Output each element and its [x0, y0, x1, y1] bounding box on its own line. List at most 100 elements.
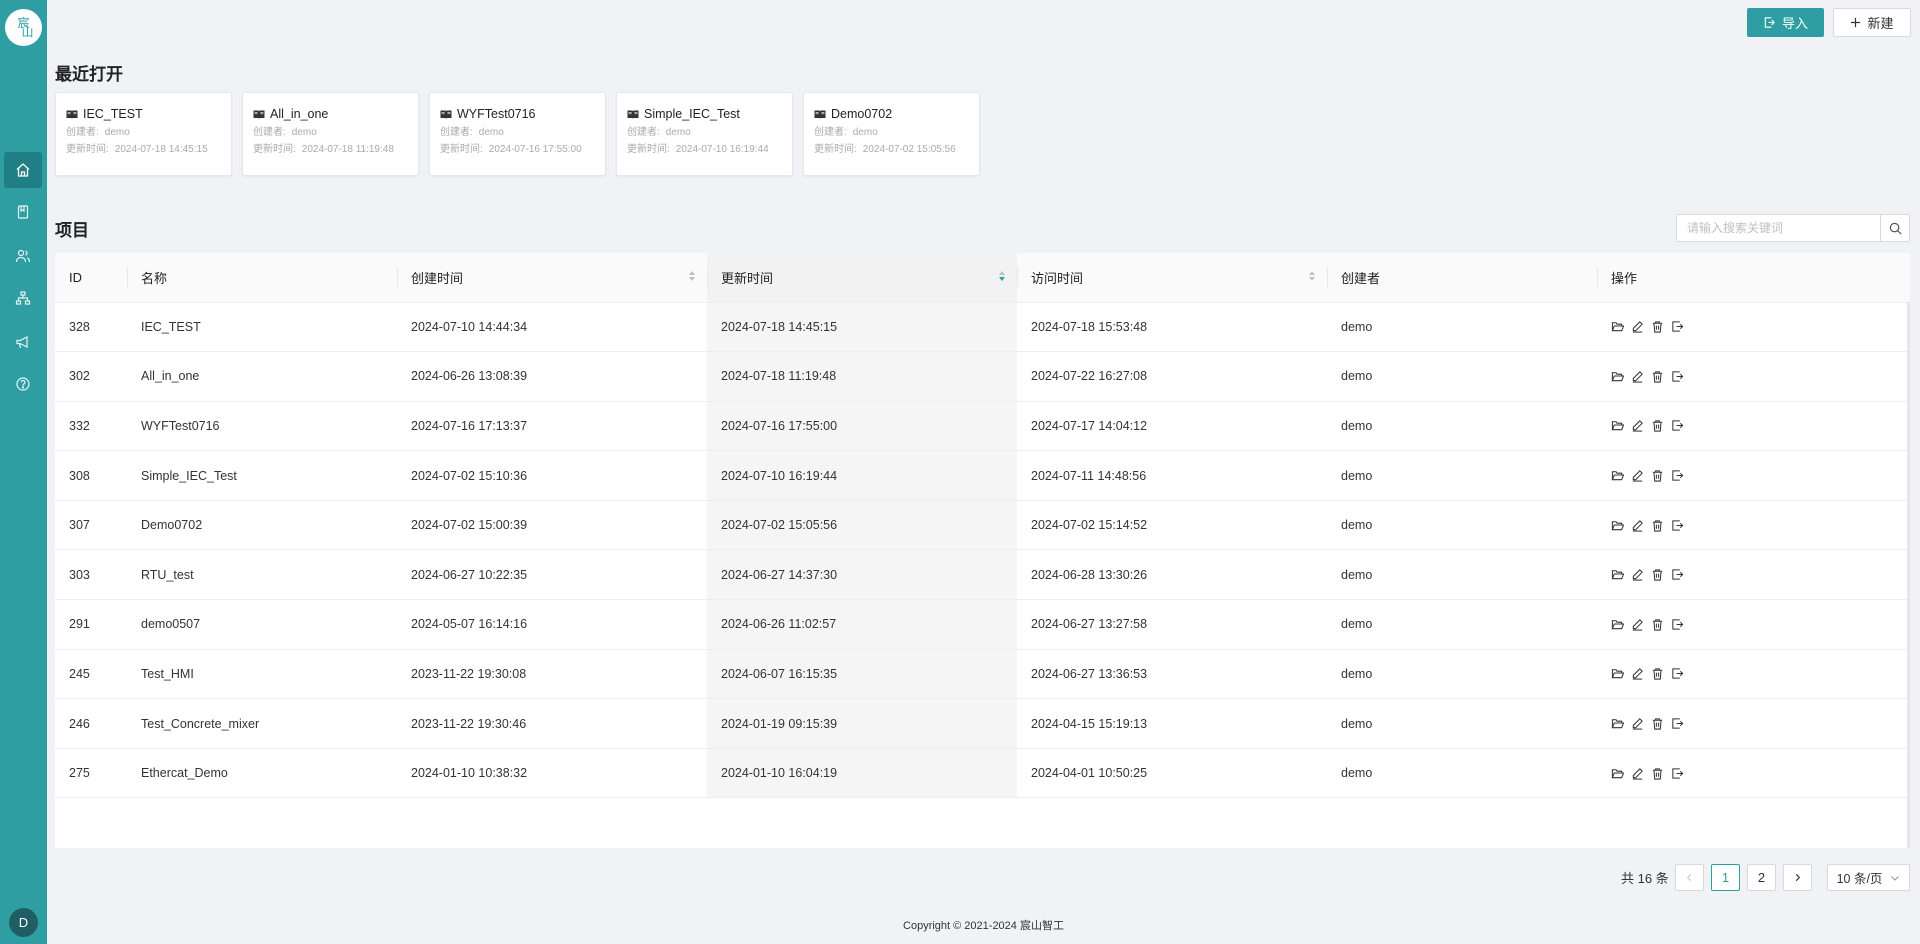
col-accessed[interactable]: 访问时间 — [1017, 253, 1327, 303]
open-folder-icon[interactable] — [1611, 419, 1624, 432]
recent-card-title: WYFTest0716 — [440, 106, 595, 122]
table-row[interactable]: 303 RTU_test 2024-06-27 10:22:35 2024-06-27… — [55, 549, 1910, 601]
open-folder-icon[interactable] — [1611, 767, 1624, 780]
open-folder-icon[interactable] — [1611, 717, 1624, 730]
table-row[interactable]: 307 Demo0702 2024-07-02 15:00:39 2024-07-02… — [55, 500, 1910, 551]
cell-created: 2023-11-22 19:30:46 — [397, 698, 707, 749]
export-icon[interactable] — [1671, 320, 1684, 333]
home-icon — [16, 163, 30, 177]
table-row[interactable]: 302 All_in_one 2024-06-26 13:08:39 2024-07-… — [55, 351, 1910, 402]
open-folder-icon[interactable] — [1611, 320, 1624, 333]
nav-announcements[interactable] — [4, 324, 42, 360]
recent-card[interactable]: All_in_one 创建者: demo 更新时间: 2024-07-18 11:19:… — [242, 92, 419, 176]
open-folder-icon[interactable] — [1611, 469, 1624, 482]
open-folder-icon[interactable] — [1611, 519, 1624, 532]
table-row[interactable]: 246 Test_Concrete_mixer 2023-11-22 19:30:4… — [55, 698, 1910, 749]
delete-icon[interactable] — [1651, 568, 1664, 581]
nav-users[interactable] — [4, 238, 42, 274]
page-1-button[interactable]: 1 — [1711, 864, 1740, 891]
recent-card-updated: 更新时间: 2024-07-02 15:05:56 — [814, 144, 956, 155]
delete-icon[interactable] — [1651, 469, 1664, 482]
table-row[interactable]: 275 Ethercat_Demo 2024-01-10 10:38:32 2024-… — [55, 748, 1910, 799]
recent-card[interactable]: Demo0702 创建者: demo 更新时间: 2024-07-02 15:05:56 — [803, 92, 980, 176]
cell-created: 2024-06-27 10:22:35 — [397, 549, 707, 601]
open-folder-icon[interactable] — [1611, 568, 1624, 581]
edit-icon[interactable] — [1631, 767, 1644, 780]
import-button[interactable]: 导入 — [1747, 8, 1824, 37]
edit-icon[interactable] — [1631, 419, 1644, 433]
copyright: Copyright © 2021-2024 宸山智工 — [903, 920, 1064, 932]
sort-desc-icon[interactable] — [999, 271, 1005, 281]
edit-icon[interactable] — [1631, 618, 1644, 631]
table-row[interactable]: 328 IEC_TEST 2024-07-10 14:44:34 2024-07-18… — [55, 302, 1910, 353]
export-icon[interactable] — [1671, 568, 1684, 581]
search-button[interactable] — [1880, 215, 1909, 241]
col-created[interactable]: 创建时间 — [397, 253, 707, 303]
table-scrollbar[interactable] — [1907, 302, 1910, 848]
sort-icon[interactable] — [689, 271, 695, 281]
edit-icon[interactable] — [1631, 667, 1644, 681]
edit-icon[interactable] — [1631, 717, 1644, 730]
edit-icon[interactable] — [1631, 469, 1644, 482]
prev-page-button[interactable] — [1675, 864, 1704, 891]
page-size-label: 10 条/页 — [1836, 872, 1883, 886]
export-icon[interactable] — [1671, 519, 1684, 532]
export-icon[interactable] — [1671, 767, 1684, 780]
export-icon[interactable] — [1671, 618, 1684, 631]
delete-icon[interactable] — [1651, 618, 1664, 631]
page-2-button[interactable]: 2 — [1747, 864, 1776, 891]
edit-icon[interactable] — [1631, 568, 1644, 581]
cell-id: 275 — [55, 748, 127, 799]
cell-created: 2024-06-26 13:08:39 — [397, 351, 707, 402]
recent-card-name: Demo0702 — [831, 107, 893, 121]
edit-icon[interactable] — [1631, 320, 1644, 333]
nav-documents[interactable] — [4, 194, 42, 230]
cell-creator: demo — [1327, 549, 1597, 601]
nav-organization[interactable] — [4, 280, 42, 316]
open-folder-icon[interactable] — [1611, 667, 1624, 680]
cell-created: 2024-07-10 14:44:34 — [397, 302, 707, 353]
table-row[interactable]: 245 Test_HMI 2023-11-22 19:30:08 2024-06-07… — [55, 649, 1910, 700]
export-icon[interactable] — [1671, 469, 1684, 482]
export-icon[interactable] — [1671, 370, 1684, 383]
delete-icon[interactable] — [1651, 419, 1664, 433]
book-open-icon — [627, 110, 639, 119]
next-page-button[interactable] — [1783, 864, 1812, 891]
open-folder-icon[interactable] — [1611, 618, 1624, 631]
open-folder-icon[interactable] — [1611, 370, 1624, 383]
cell-name: WYFTest0716 — [127, 401, 397, 452]
recent-card[interactable]: IEC_TEST 创建者: demo 更新时间: 2024-07-18 14:45:15 — [55, 92, 232, 176]
nav-home[interactable] — [4, 152, 42, 188]
import-icon — [1764, 17, 1775, 28]
nav-help[interactable] — [4, 366, 42, 402]
table-row[interactable]: 332 WYFTest0716 2024-07-16 17:13:37 2024-07… — [55, 401, 1910, 452]
logo[interactable]: 宸 山 — [5, 9, 42, 46]
page-size-select[interactable]: 10 条/页 — [1827, 864, 1910, 891]
delete-icon[interactable] — [1651, 667, 1664, 681]
cell-id: 307 — [55, 500, 127, 551]
col-updated[interactable]: 更新时间 — [707, 253, 1017, 303]
edit-icon[interactable] — [1631, 370, 1644, 383]
cell-actions — [1597, 649, 1910, 700]
recent-card-title: Simple_IEC_Test — [627, 106, 782, 122]
edit-icon[interactable] — [1631, 519, 1644, 532]
table-row[interactable]: 291 demo0507 2024-05-07 16:14:16 2024-06-26… — [55, 599, 1910, 650]
search-box — [1676, 214, 1910, 242]
delete-icon[interactable] — [1651, 717, 1664, 730]
table-row[interactable]: 308 Simple_IEC_Test 2024-07-02 15:10:36 202… — [55, 450, 1910, 501]
cell-actions — [1597, 351, 1910, 402]
delete-icon[interactable] — [1651, 370, 1664, 383]
cell-id: 308 — [55, 450, 127, 501]
sort-icon[interactable] — [1309, 271, 1315, 281]
delete-icon[interactable] — [1651, 519, 1664, 532]
recent-card[interactable]: Simple_IEC_Test 创建者: demo 更新时间: 2024-07-10 1… — [616, 92, 793, 176]
col-name: 名称 — [127, 253, 397, 303]
delete-icon[interactable] — [1651, 320, 1664, 333]
recent-card[interactable]: WYFTest0716 创建者: demo 更新时间: 2024-07-16 17:55… — [429, 92, 606, 176]
export-icon[interactable] — [1671, 419, 1684, 432]
search-input[interactable] — [1677, 215, 1880, 241]
delete-icon[interactable] — [1651, 767, 1664, 780]
new-button[interactable]: 新建 — [1833, 8, 1911, 37]
export-icon[interactable] — [1671, 717, 1684, 730]
export-icon[interactable] — [1671, 667, 1684, 680]
